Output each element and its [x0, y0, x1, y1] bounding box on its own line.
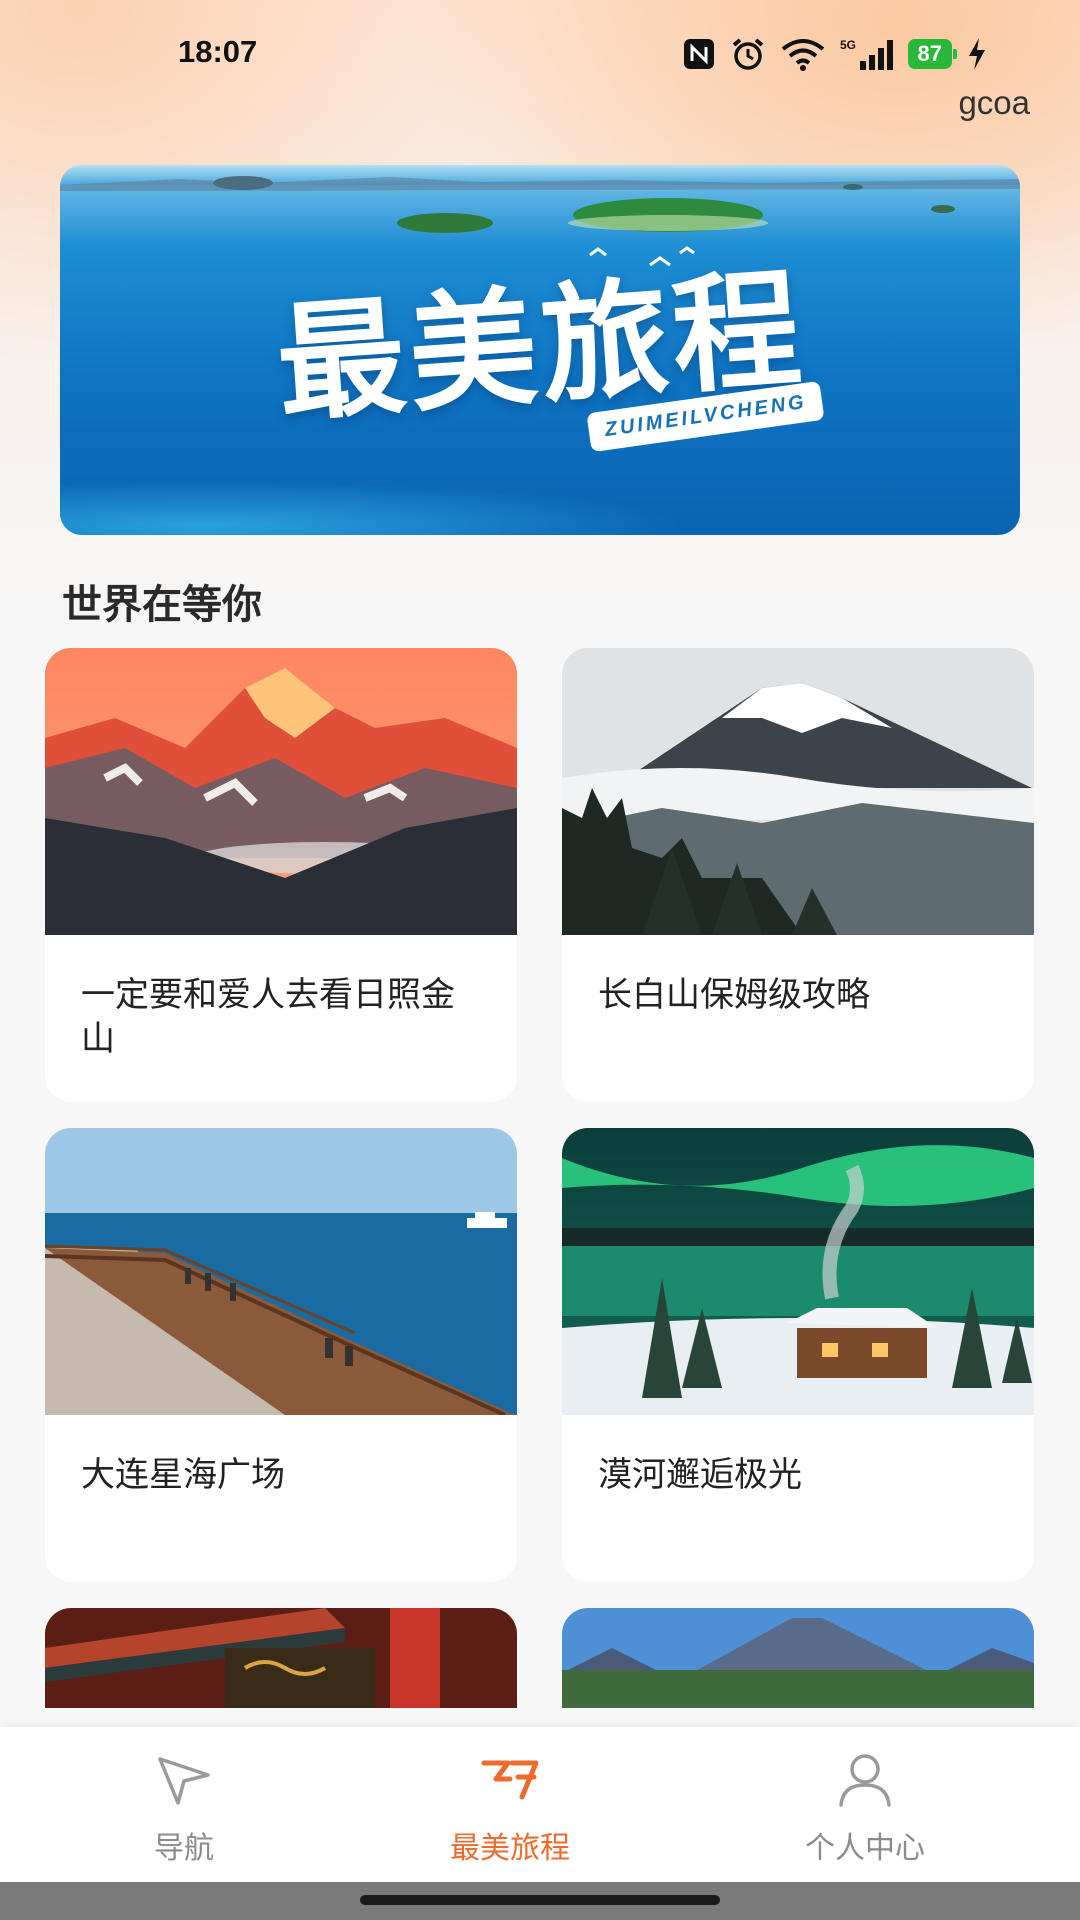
- card-image-volcano: [562, 1608, 1034, 1708]
- status-icons: 5G 87: [682, 36, 988, 72]
- destination-card[interactable]: 大连星海广场: [45, 1128, 517, 1582]
- nav-label: 最美旅程: [450, 1831, 570, 1866]
- navigation-arrow-icon: [54, 1749, 314, 1809]
- hero-banner[interactable]: 最美旅程 ZUIMEILVCHENG: [60, 165, 1020, 535]
- nav-label: 个人中心: [805, 1831, 925, 1866]
- journey-flag-icon: [380, 1749, 640, 1809]
- card-image-palace-eaves: [45, 1608, 517, 1708]
- signal-5g-icon: 5G: [840, 37, 894, 71]
- bottom-navigation: 导航 最美旅程 个人中心: [0, 1727, 1080, 1882]
- card-image-sunset-mountain: [45, 648, 517, 935]
- nav-tab-navigation[interactable]: 导航: [54, 1727, 314, 1882]
- system-gesture-bar: [0, 1882, 1080, 1920]
- card-image-seaside-boardwalk: [45, 1128, 517, 1415]
- alarm-icon: [730, 36, 766, 72]
- user-code-label[interactable]: gcoa: [958, 84, 1030, 122]
- nav-tab-profile[interactable]: 个人中心: [735, 1727, 995, 1882]
- card-image-snow-mountain: [562, 648, 1034, 935]
- home-indicator[interactable]: [360, 1895, 720, 1905]
- nfc-icon: [682, 37, 716, 71]
- status-time: 18:07: [178, 34, 258, 69]
- destination-card[interactable]: [45, 1608, 517, 1708]
- card-image-aurora-cabin: [562, 1128, 1034, 1415]
- card-title: 一定要和爱人去看日照金山: [81, 975, 455, 1059]
- card-title: 长白山保姆级攻略: [598, 975, 870, 1015]
- destination-card[interactable]: [562, 1608, 1034, 1708]
- battery-indicator: 87: [907, 39, 958, 69]
- user-profile-icon: [735, 1749, 995, 1809]
- card-title: 漠河邂逅极光: [598, 1455, 802, 1495]
- section-title: 世界在等你: [62, 582, 262, 628]
- status-bar: 18:07 5G 87: [0, 0, 1080, 110]
- wifi-icon: [780, 37, 826, 71]
- destination-card[interactable]: 长白山保姆级攻略: [562, 648, 1034, 1102]
- card-title: 大连星海广场: [81, 1455, 285, 1495]
- destination-card[interactable]: 一定要和爱人去看日照金山: [45, 648, 517, 1102]
- charging-icon: [966, 37, 988, 71]
- destination-card[interactable]: 漠河邂逅极光: [562, 1128, 1034, 1582]
- svg-text:5G: 5G: [840, 38, 856, 52]
- nav-label: 导航: [154, 1831, 214, 1866]
- nav-tab-journey[interactable]: 最美旅程: [380, 1727, 640, 1882]
